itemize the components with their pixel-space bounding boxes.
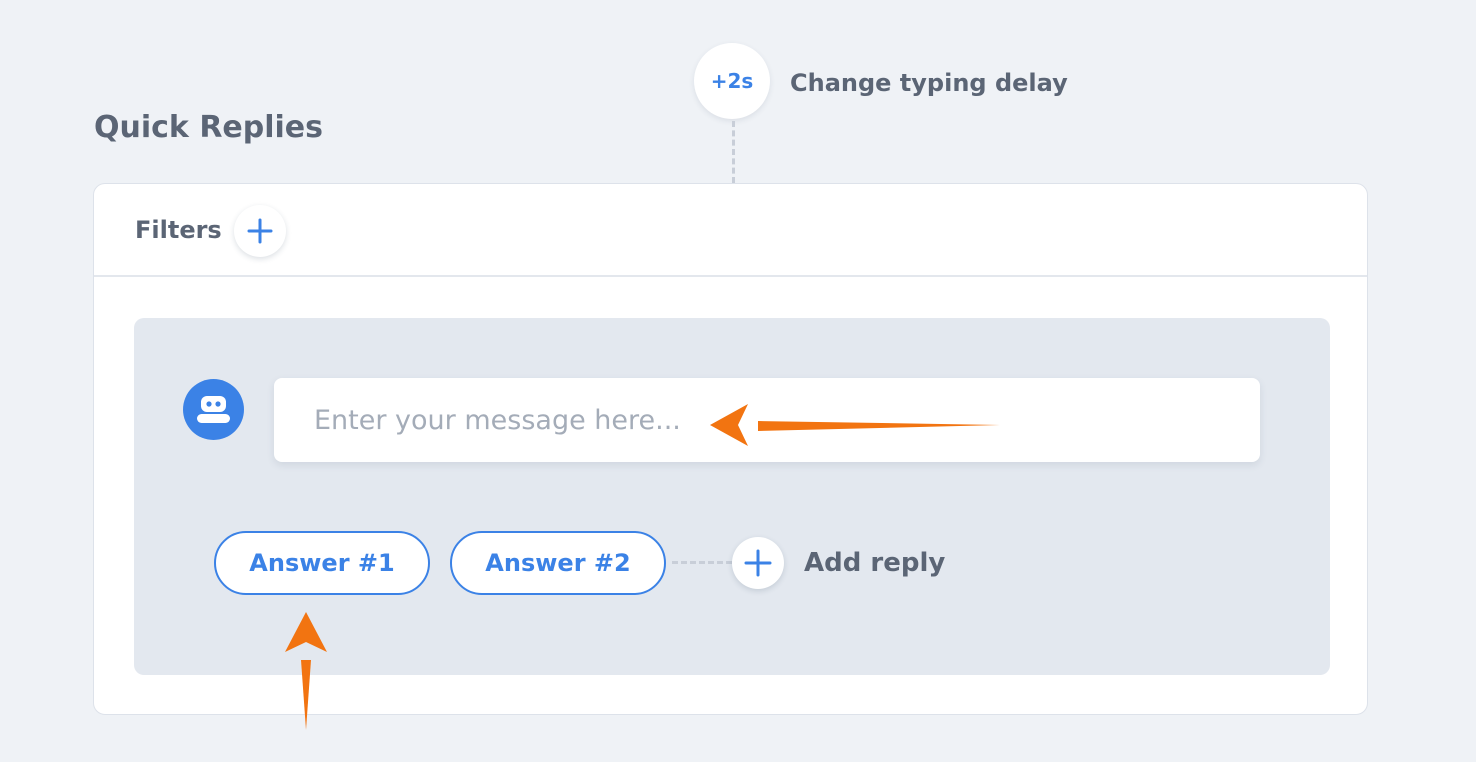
add-reply-button[interactable] xyxy=(732,537,784,589)
filters-label: Filters xyxy=(135,216,222,244)
avatar xyxy=(183,379,244,440)
typing-delay-connector xyxy=(732,121,735,183)
page-title: Quick Replies xyxy=(94,110,324,145)
message-editor-area: Answer #1 Answer #2 Add reply xyxy=(134,318,1330,675)
typing-delay-badge[interactable]: +2s xyxy=(694,43,770,119)
plus-icon xyxy=(744,549,772,577)
quick-reply-button-1[interactable]: Answer #1 xyxy=(214,531,430,595)
quick-reply-button-2[interactable]: Answer #2 xyxy=(450,531,666,595)
quick-replies-card: Filters Answer #1 Answer #2 xyxy=(93,183,1368,715)
add-reply-connector xyxy=(672,561,732,564)
add-filter-button[interactable] xyxy=(234,205,286,257)
message-input[interactable] xyxy=(274,378,1260,462)
typing-delay-value: +2s xyxy=(710,69,754,93)
add-reply-label[interactable]: Add reply xyxy=(804,545,945,581)
plus-icon xyxy=(247,218,273,244)
card-header: Filters xyxy=(94,184,1367,277)
change-typing-delay-label[interactable]: Change typing delay xyxy=(790,66,1068,100)
robot-icon xyxy=(197,396,230,423)
quick-reply-label: Answer #2 xyxy=(485,549,631,577)
quick-reply-label: Answer #1 xyxy=(249,549,395,577)
